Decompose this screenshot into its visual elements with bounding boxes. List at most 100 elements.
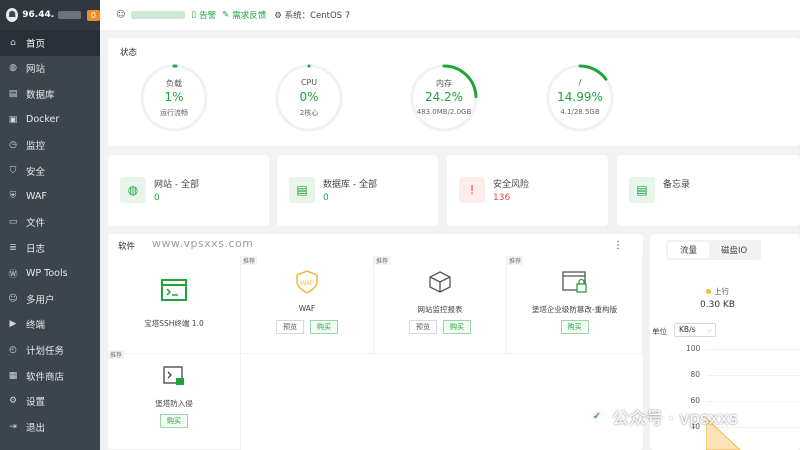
gauge-value: 24.2% <box>424 90 464 104</box>
lock-window-icon <box>561 270 589 294</box>
card-title: 数据库 - 全部 <box>323 180 377 190</box>
wechat-watermark: ✓ 公众号 · vpsxxs <box>588 404 738 429</box>
sidebar-item-12[interactable]: ◴ 计划任务 <box>0 337 100 363</box>
sidebar-item-label: WAF <box>26 190 47 202</box>
gridline <box>706 375 800 376</box>
gauge-3[interactable]: / 14.99% 4.1/28.5GB <box>544 62 616 134</box>
preview-button[interactable]: 预览 <box>409 320 437 334</box>
more-menu-icon[interactable]: ⋮ <box>613 240 623 251</box>
sidebar-item-label: 设置 <box>26 397 46 409</box>
sidebar-item-2[interactable]: ▤ 数据库 <box>0 81 100 107</box>
recommend-tag: 推荐 <box>507 256 524 265</box>
database-icon: ▤ <box>8 88 18 99</box>
buy-button[interactable]: 购买 <box>310 320 338 334</box>
gauge-sub: 运行流畅 <box>160 109 188 117</box>
traffic-tabs: 流量 磁盘IO <box>666 240 762 260</box>
store-icon: ▦ <box>8 370 18 381</box>
logout-icon: ⇥ <box>9 421 17 432</box>
sidebar-item-4[interactable]: ◷ 监控 <box>0 132 100 158</box>
buy-button[interactable]: 购买 <box>560 320 589 334</box>
sidebar: ☗ 96.44. 0 ⌂ 首页 ◍ 网站 ▤ 数据库 ▣ Docker ◷ 监控 ⛉ 安全 ⛨ WAF ▭ 文… <box>0 0 100 450</box>
software-tile-1[interactable]: 推荐 WAF WAF 预览 购买 <box>241 256 374 354</box>
sidebar-item-9[interactable]: Ⓦ WP Tools <box>0 260 100 286</box>
sidebar-item-8[interactable]: ≣ 日志 <box>0 235 100 261</box>
ssh-terminal-icon <box>160 278 188 302</box>
top-bar: ☺ ▯ 告警 ✎ 需求反馈 ⚙ 系统：CentOS 7 <box>100 0 800 30</box>
status-panel: 状态 负载 1% 运行流畅 CPU 0% 2核心 内存 24.2% 483.0MB/2.0GB /… <box>108 38 800 146</box>
sidebar-item-label: 终端 <box>26 320 46 332</box>
legend-upload[interactable]: 上行 <box>706 286 729 297</box>
sidebar-item-5[interactable]: ⛉ 安全 <box>0 158 100 184</box>
recommend-tag: 推荐 <box>374 256 391 265</box>
sidebar-item-label: WP Tools <box>26 267 68 279</box>
summary-card-0[interactable]: ◍ 网站 - 全部 0 <box>108 155 269 226</box>
sidebar-item-label: 安全 <box>26 166 46 178</box>
tab-disk-io[interactable]: 磁盘IO <box>709 242 759 258</box>
gauge-label: 内存 <box>436 79 452 88</box>
waf-shield-icon: WAF <box>293 270 321 294</box>
gauge-1[interactable]: CPU 0% 2核心 <box>273 62 345 134</box>
username-mask <box>131 11 186 19</box>
globe-icon: ◍ <box>120 177 146 203</box>
y-tick-label: 100 <box>686 344 701 353</box>
unit-select[interactable]: KB/s ⌵ <box>674 323 716 337</box>
sidebar-item-0[interactable]: ⌂ 首页 <box>0 30 100 56</box>
sidebar-item-10[interactable]: ☺ 多用户 <box>0 286 100 312</box>
buy-button[interactable]: 购买 <box>443 320 471 334</box>
software-tile-4[interactable]: 推荐 堡塔防入侵 购买 <box>108 350 241 450</box>
sidebar-item-label: 网站 <box>26 64 46 76</box>
shield-icon: ⛉ <box>9 165 17 176</box>
sidebar-item-11[interactable]: ▶ 终端 <box>0 312 100 338</box>
gear-icon: ⚙ <box>274 11 282 21</box>
sidebar-item-13[interactable]: ▦ 软件商店 <box>0 363 100 389</box>
feedback-link[interactable]: ✎ 需求反馈 <box>222 9 266 21</box>
edit-icon: ✎ <box>222 10 230 20</box>
gridline <box>706 401 800 402</box>
gauge-2[interactable]: 内存 24.2% 483.0MB/2.0GB <box>408 62 480 134</box>
gauge-sub: 2核心 <box>299 109 319 117</box>
software-tile-0[interactable]: 宝塔SSH终端 1.0 <box>108 256 241 354</box>
summary-card-1[interactable]: ▤ 数据库 - 全部 0 <box>277 155 438 226</box>
user-icon: ☺ <box>116 10 126 20</box>
legend-dot <box>706 289 711 294</box>
svg-text:WAF: WAF <box>300 281 313 287</box>
y-tick-label: 80 <box>690 370 700 379</box>
unit-label: 单位 <box>652 327 667 336</box>
memo-icon: ▤ <box>629 177 655 203</box>
tile-actions: 购买 <box>507 320 642 334</box>
sidebar-item-label: 数据库 <box>26 89 55 101</box>
notification-badge[interactable]: 0 <box>86 9 100 21</box>
sidebar-item-label: 首页 <box>26 38 46 50</box>
gauge-sub: 4.1/28.5GB <box>560 108 600 116</box>
sidebar-item-14[interactable]: ⚙ 设置 <box>0 388 100 414</box>
card-value: 0 <box>154 193 160 203</box>
monitor-icon: ◷ <box>9 140 17 151</box>
sidebar-item-label: 监控 <box>26 141 46 153</box>
gauge-value: 0% <box>299 90 319 104</box>
summary-card-2[interactable]: ! 安全风险 136 <box>447 155 608 226</box>
software-tile-3[interactable]: 推荐 堡塔企业级防篡改-重构版 购买 <box>507 256 643 354</box>
summary-card-3[interactable]: ▤ 备忘录 <box>617 155 800 226</box>
sidebar-item-15[interactable]: ⇥ 退出 <box>0 414 100 440</box>
chevron-down-icon: ⌵ <box>706 326 712 334</box>
software-tile-2[interactable]: 推荐 网站监控报表 预览 购买 <box>374 256 507 354</box>
clock-icon: ◴ <box>9 344 17 355</box>
software-title: 软件 <box>118 242 136 252</box>
sidebar-item-7[interactable]: ▭ 文件 <box>0 209 100 235</box>
gauge-value: 14.99% <box>557 90 603 104</box>
sidebar-item-3[interactable]: ▣ Docker <box>0 107 100 133</box>
sidebar-item-6[interactable]: ⛨ WAF <box>0 184 100 210</box>
tile-actions: 购买 <box>108 414 240 428</box>
users-icon: ☺ <box>8 293 18 304</box>
tab-traffic[interactable]: 流量 <box>668 242 710 258</box>
bt-logo-icon: ☗ <box>6 8 19 22</box>
sidebar-item-1[interactable]: ◍ 网站 <box>0 56 100 82</box>
preview-button[interactable]: 预览 <box>276 320 304 334</box>
sidebar-item-label: 退出 <box>26 422 46 434</box>
alert-link[interactable]: ▯ 告警 <box>191 9 216 21</box>
gauge-label: / <box>578 78 582 87</box>
database-icon: ▤ <box>289 177 315 203</box>
bell-icon: ▯ <box>191 10 197 20</box>
buy-button[interactable]: 购买 <box>160 414 188 428</box>
gauge-0[interactable]: 负载 1% 运行流畅 <box>138 62 210 134</box>
